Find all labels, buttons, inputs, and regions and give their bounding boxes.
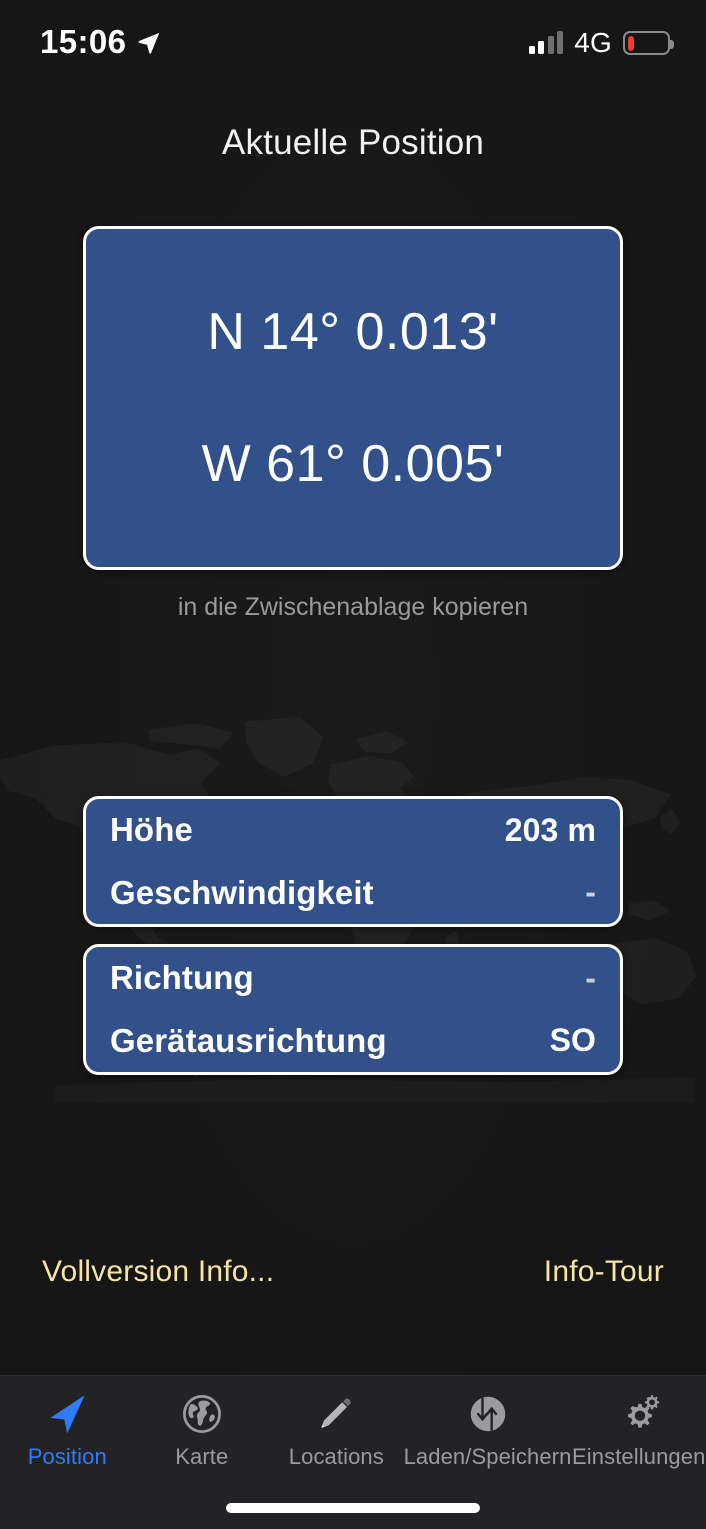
coordinates-card[interactable]: N 14° 0.013' W 61° 0.005' <box>83 226 623 570</box>
home-indicator[interactable] <box>226 1503 480 1513</box>
info-rows: Höhe 203 m Geschwindigkeit - <box>86 799 620 924</box>
tab-karte[interactable]: Karte <box>135 1390 270 1470</box>
info-row: Höhe 203 m <box>86 799 620 862</box>
tab-position[interactable]: Position <box>0 1390 135 1470</box>
gears-icon <box>616 1390 662 1438</box>
info-card-altitude-speed[interactable]: Höhe 203 m Geschwindigkeit - <box>83 796 623 927</box>
tab-label: Karte <box>175 1444 229 1469</box>
app-screen: 15:06 4G Aktuelle Position N 14° 0.013' … <box>0 0 706 1529</box>
full-version-info-link[interactable]: Vollversion Info... <box>42 1255 274 1289</box>
info-value: - <box>585 874 596 911</box>
tab-label: Einstellungen <box>572 1444 706 1469</box>
status-bar-left: 15:06 <box>40 23 162 61</box>
tab-label: Locations <box>288 1444 384 1469</box>
info-row: Richtung - <box>86 947 620 1010</box>
info-tour-link[interactable]: Info-Tour <box>544 1255 664 1289</box>
status-bar-right: 4G <box>528 27 674 59</box>
info-row: Gerätausrichtung SO <box>86 1010 620 1073</box>
status-bar: 15:06 4G <box>0 0 706 86</box>
navigation-arrow-icon <box>44 1390 90 1438</box>
globe-icon <box>180 1390 224 1438</box>
info-label: Richtung <box>110 959 254 997</box>
load-save-arrows-icon <box>466 1390 510 1438</box>
pencil-icon <box>314 1390 358 1438</box>
latitude-value: N 14° 0.013' <box>207 303 499 361</box>
info-label: Höhe <box>110 811 193 849</box>
page-title: Aktuelle Position <box>221 123 485 162</box>
tab-einstellungen[interactable]: Einstellungen <box>571 1390 706 1470</box>
tab-laden-speichern[interactable]: Laden/Speichern <box>404 1390 572 1470</box>
copy-to-clipboard-hint[interactable]: in die Zwischenablage kopieren <box>0 593 706 622</box>
info-row: Geschwindigkeit - <box>86 862 620 925</box>
location-arrow-icon <box>138 32 160 54</box>
tab-label: Position <box>27 1444 107 1469</box>
network-type-label: 4G <box>574 27 612 58</box>
info-card-heading-orientation[interactable]: Richtung - Gerätausrichtung SO <box>83 944 623 1075</box>
info-label: Geschwindigkeit <box>110 873 374 911</box>
info-rows: Richtung - Gerätausrichtung SO <box>86 947 620 1072</box>
info-label: Gerätausrichtung <box>110 1021 387 1059</box>
status-time: 15:06 <box>40 23 127 60</box>
tab-label: Laden/Speichern <box>403 1444 572 1469</box>
footer-links: Vollversion Info... Info-Tour <box>0 1255 706 1289</box>
battery-low-icon <box>623 31 674 55</box>
cellular-signal-icon <box>528 31 564 54</box>
longitude-value: W 61° 0.005' <box>201 435 505 493</box>
info-value: - <box>585 959 596 996</box>
info-value: SO <box>549 1022 596 1059</box>
tab-locations[interactable]: Locations <box>269 1390 404 1470</box>
info-value: 203 m <box>504 811 596 848</box>
